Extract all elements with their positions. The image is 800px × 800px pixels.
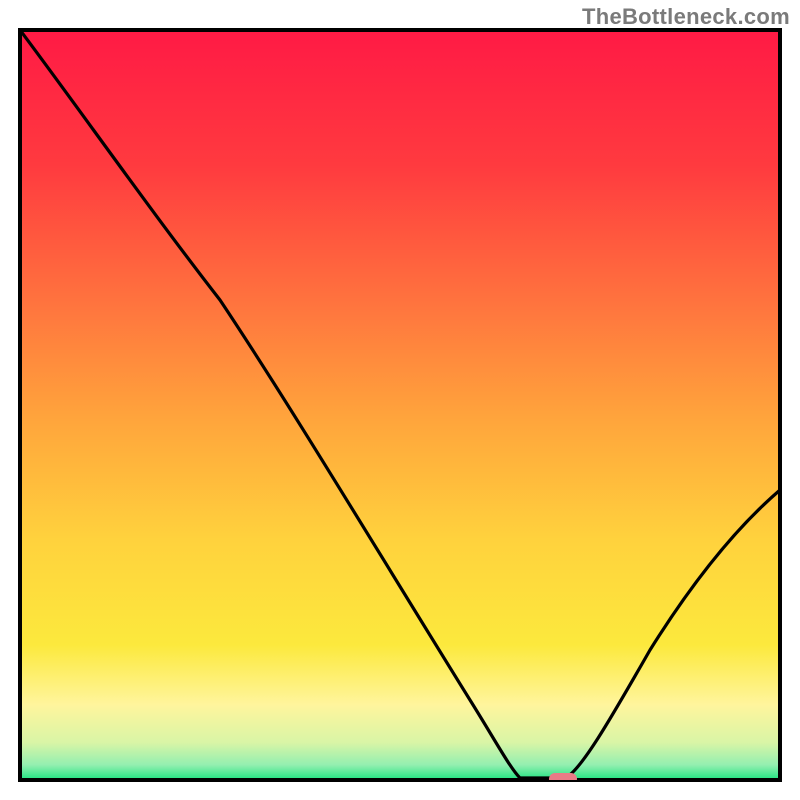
- heat-gradient-background: [20, 30, 780, 780]
- watermark-label: TheBottleneck.com: [582, 4, 790, 30]
- optimal-point-marker: [549, 773, 577, 785]
- chart-container: TheBottleneck.com: [0, 0, 800, 800]
- bottleneck-chart: [0, 0, 800, 800]
